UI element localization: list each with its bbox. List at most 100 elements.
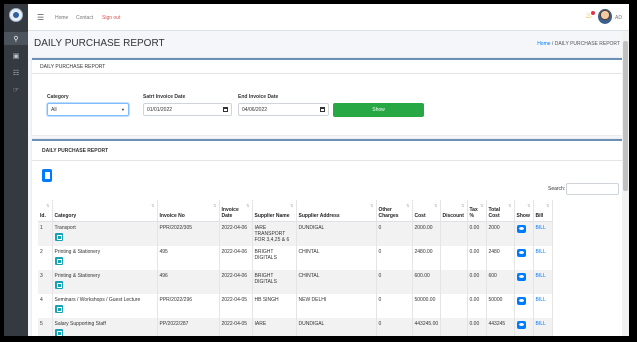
sort-icon: ⇅ (527, 203, 531, 208)
cell-text: 0.00 (469, 224, 480, 231)
edit-icon[interactable] (54, 232, 63, 241)
sort-icon: ⇅ (480, 203, 484, 208)
cell-cost: 2480.00 (412, 245, 441, 270)
cell-id: 5 (38, 317, 53, 336)
cell-text: 1 (40, 224, 43, 231)
column-header[interactable]: ⇅ Supplier Name (252, 200, 297, 222)
column-header[interactable]: ⇅ Category (52, 200, 158, 222)
bill-link[interactable]: BILL (536, 297, 546, 303)
cell-supplier: IARE (252, 317, 297, 336)
cell-text: 0 (378, 320, 382, 327)
end-date-value: 04/06/2022 (242, 107, 268, 113)
page-title: DAILY PURCHASE REPORT (34, 38, 165, 49)
cell-text: 50000 (488, 296, 503, 303)
cell-invoice-no: 495 (157, 245, 220, 270)
cell-discount (440, 269, 468, 294)
cell-date: 2022-04-06 (219, 221, 253, 246)
calendar-icon[interactable] (223, 107, 228, 112)
calendar-icon[interactable] (320, 107, 325, 112)
cell-text: 0.00 (469, 320, 480, 327)
nav-home-link[interactable]: Home (55, 15, 68, 21)
cell-text: 2000 (488, 224, 500, 231)
eye-icon[interactable] (516, 224, 526, 233)
cell-text: CHINTAL (298, 272, 320, 279)
column-header[interactable]: ⇅ Bill (533, 200, 553, 222)
sort-icon: ⇅ (434, 203, 438, 208)
cell-date: 2022-04-05 (219, 293, 253, 318)
sort-icon: ⇅ (213, 203, 217, 208)
cell-bill: BILL (533, 269, 553, 294)
category-select[interactable]: All ▼ (47, 103, 129, 116)
cell-text: 0.00 (469, 272, 480, 279)
column-header[interactable]: ⇅ Cost (412, 200, 441, 222)
column-header[interactable]: ⇅ Discount (440, 200, 468, 222)
cell-supplier: BRIGHT DIGITALS (252, 245, 297, 270)
avatar[interactable] (598, 9, 612, 24)
breadcrumb-home[interactable]: Home (537, 41, 550, 47)
column-header[interactable]: ⇅ Other Charges (376, 200, 413, 222)
bill-link[interactable]: BILL (536, 273, 546, 279)
column-header[interactable]: ⇅ Total Cost (486, 200, 515, 222)
app-window: ⚲ ▣ ☷ ☞ ☰ Home Contact Sign out ♨ AD DAI… (4, 4, 629, 336)
sidebar-camera-icon[interactable]: ▣ (4, 49, 28, 62)
cell-category: Salary Supporting Staff (52, 317, 158, 336)
cell-show (514, 317, 534, 336)
sort-icon: ⇅ (370, 203, 374, 208)
cell-bill: BILL (533, 221, 553, 246)
nav-contact-link[interactable]: Contact (76, 15, 93, 21)
cell-text: CHINTAL (298, 248, 320, 255)
cell-tax: 0.00 (467, 269, 487, 294)
column-header[interactable]: ⇅ Show (514, 200, 534, 222)
nav-signout-link[interactable]: Sign out (102, 15, 120, 21)
column-header[interactable]: ⇅ Supplier Address (296, 200, 377, 222)
bill-link[interactable]: BILL (536, 225, 546, 231)
cell-date: 2022-04-06 (219, 245, 253, 270)
sort-icon: ⇅ (546, 203, 550, 208)
column-header[interactable]: ⇅ Tax % (467, 200, 487, 222)
cell-show (514, 245, 534, 270)
edit-icon[interactable] (54, 328, 63, 336)
cell-text: 443245.00 (414, 320, 439, 327)
cell-text: BRIGHT DIGITALS (254, 248, 277, 261)
copy-icon[interactable] (42, 169, 52, 182)
column-header[interactable]: ⇅ Id. (38, 200, 53, 222)
sidebar-search-icon[interactable]: ⚲ (4, 32, 28, 45)
cell-text: 495 (159, 248, 168, 255)
cell-total: 600 (486, 269, 515, 294)
vertical-scrollbar[interactable] (622, 31, 629, 336)
sidebar-cart-icon[interactable]: ☷ (4, 66, 28, 79)
eye-icon[interactable] (516, 296, 526, 305)
cell-address: NEW DELHI (296, 293, 377, 318)
sidebar-hand-icon[interactable]: ☞ (4, 83, 28, 96)
eye-icon[interactable] (516, 272, 526, 281)
menu-toggle-icon[interactable]: ☰ (37, 13, 44, 22)
cell-text: 443245 (488, 320, 506, 327)
eye-icon[interactable] (516, 320, 526, 329)
search-input[interactable] (566, 183, 619, 195)
show-button[interactable]: Show (333, 103, 424, 117)
table-row: 5 Salary Supporting Staff PP/2022/287 2022-… (38, 317, 553, 336)
start-date-input[interactable]: 01/01/2022 (143, 103, 232, 116)
cell-other: 0 (376, 293, 413, 318)
edit-icon[interactable] (54, 256, 63, 265)
column-header[interactable]: ⇅ Invoice Date (219, 200, 253, 222)
edit-icon[interactable] (54, 304, 63, 313)
bill-link[interactable]: BILL (536, 321, 546, 327)
cell-tax: 0.00 (467, 317, 487, 336)
end-date-input[interactable]: 04/06/2022 (238, 103, 329, 116)
user-name[interactable]: AD (615, 15, 622, 21)
cell-other: 0 (376, 245, 413, 270)
cell-bill: BILL (533, 317, 553, 336)
cell-text: Salary Supporting Staff (54, 320, 106, 327)
cell-tax: 0.00 (467, 293, 487, 318)
edit-icon[interactable] (54, 280, 63, 289)
report-card-title: DAILY PURCHASE REPORT (32, 141, 628, 161)
eye-icon[interactable] (516, 248, 526, 257)
cell-cost: 50000.00 (412, 293, 441, 318)
column-header[interactable]: ⇅ Invoice No (157, 200, 220, 222)
cell-address: DUNDIGAL (296, 317, 377, 336)
cell-text: Seminars / Workshops / Guest Lecture (54, 296, 141, 303)
table-row: 3 Printing & Stationery 496 2022-04-06 BRIGH… (38, 269, 553, 294)
cell-show (514, 293, 534, 318)
bill-link[interactable]: BILL (536, 249, 546, 255)
